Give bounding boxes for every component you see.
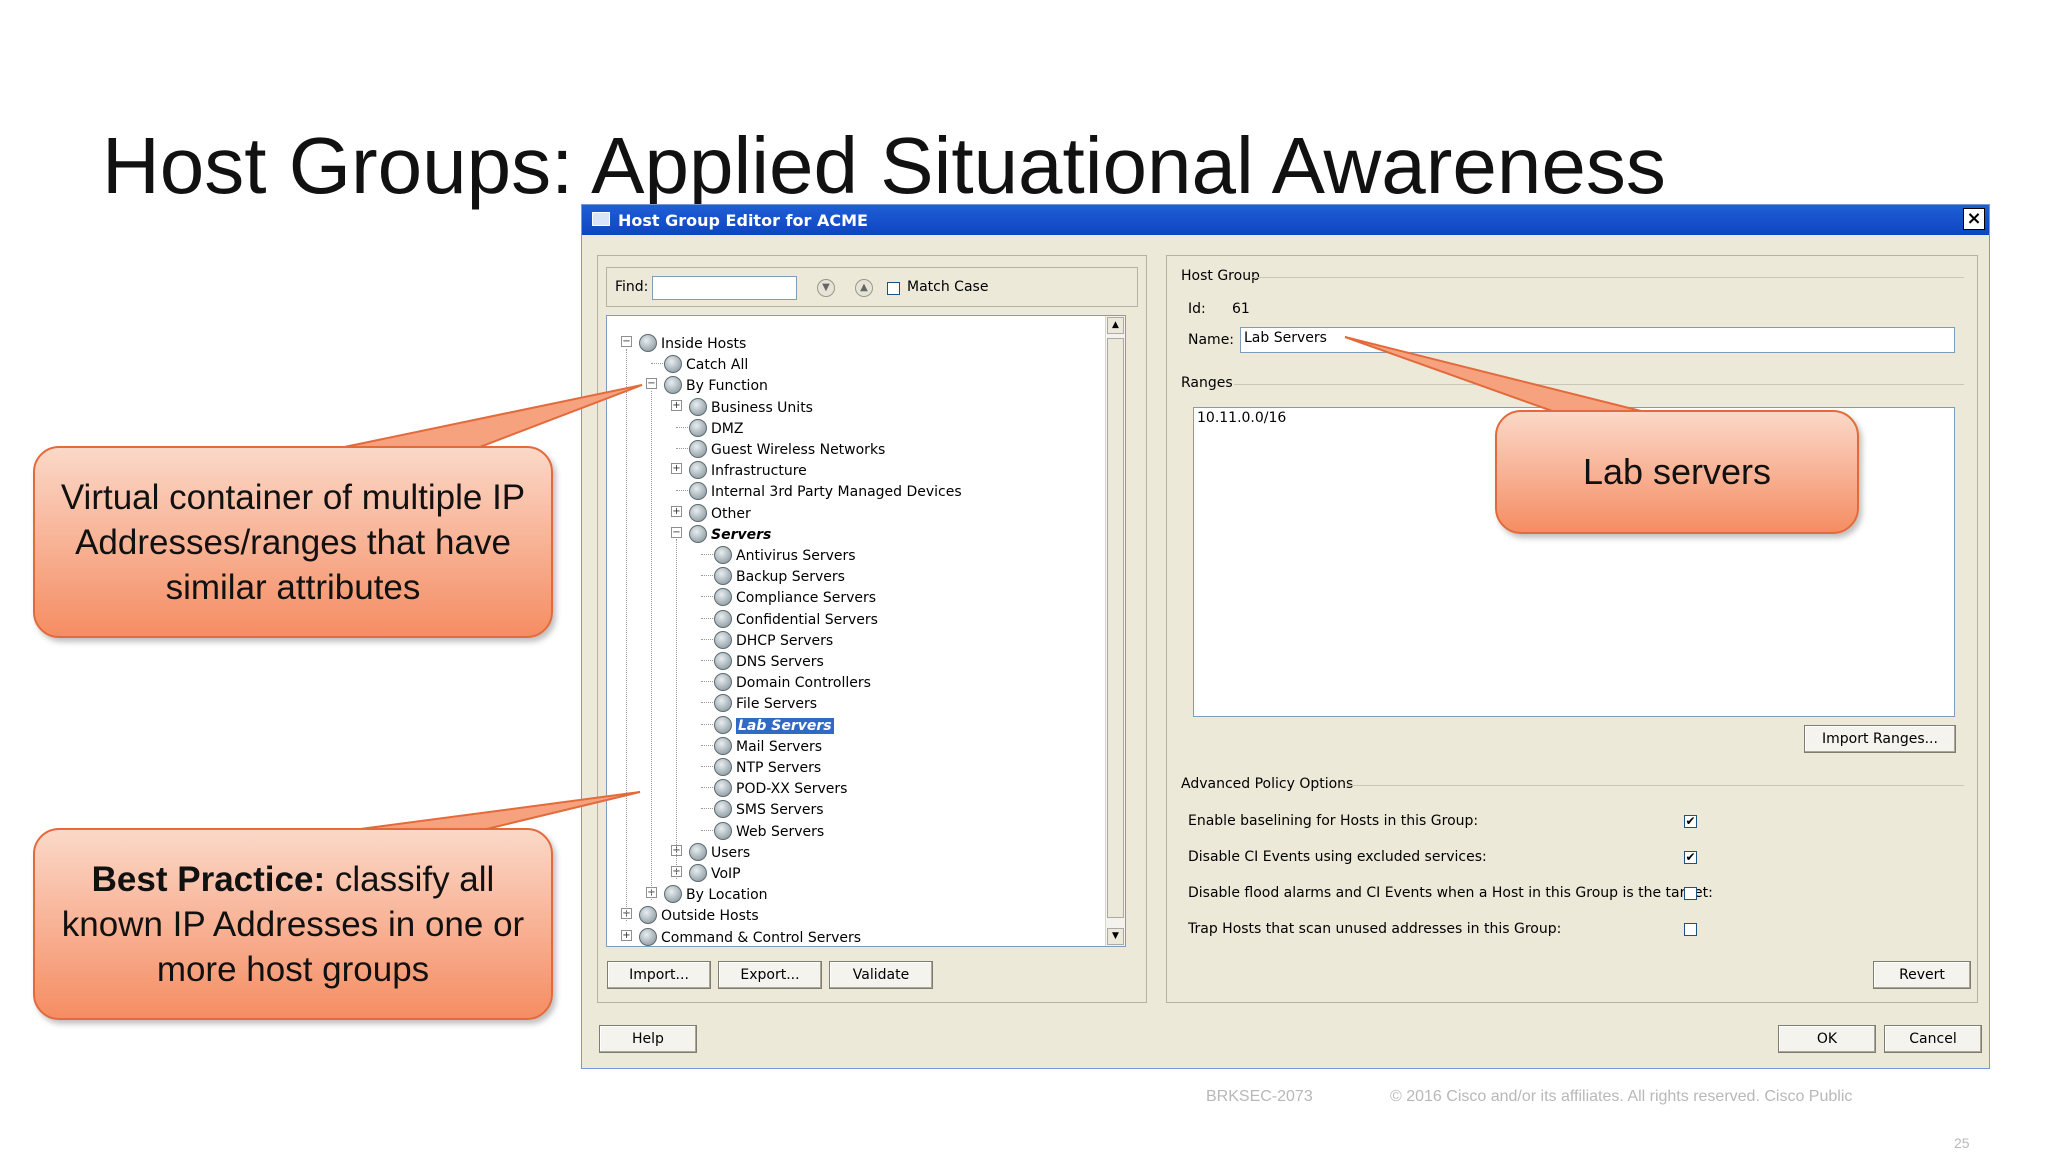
virtual-container-callout: Virtual container of multiple IP Address… [33, 446, 553, 638]
virtual-container-text: Virtual container of multiple IP Address… [60, 477, 526, 607]
best-practice-text: Best Practice: classify all known IP Add… [53, 857, 533, 992]
best-practice-bold: Best Practice: [91, 859, 326, 899]
lab-servers-callout: Lab servers [1495, 410, 1859, 534]
lab-servers-text: Lab servers [1582, 451, 1772, 492]
virtual-container-pointer [329, 384, 643, 451]
best-practice-callout: Best Practice: classify all known IP Add… [33, 828, 553, 1020]
best-practice-pointer [329, 791, 641, 834]
lab-servers-pointer [1344, 336, 1646, 413]
page-number: 25 [1954, 1135, 1970, 1151]
footer-session-id: BRKSEC-2073 [1206, 1088, 1313, 1105]
footer-copyright: © 2016 Cisco and/or its affiliates. All … [1390, 1088, 1853, 1105]
